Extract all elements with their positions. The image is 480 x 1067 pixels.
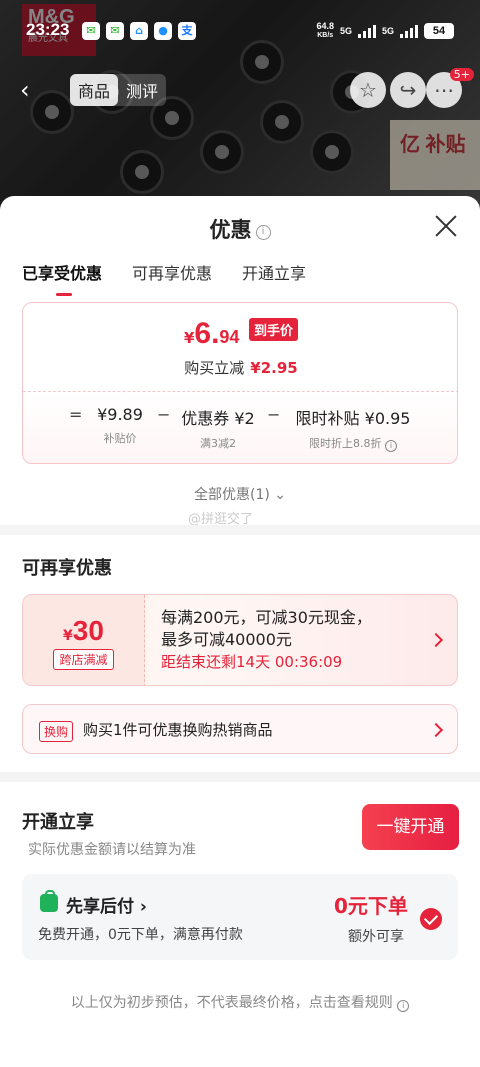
wechat-icon: ✉ [106, 22, 124, 40]
status-right: 64.8 KB/s 5G 5G 54 [316, 21, 454, 41]
coupon-deduction: 优惠券 ¥2 满3减2 [181, 409, 255, 450]
signal-icon [400, 24, 418, 38]
network-label: 5G [339, 26, 352, 36]
cross-store-coupon[interactable]: ¥30 跨店满减 每满200元，可减30元现金， 最多可减40000元 距结束还… [22, 594, 458, 686]
share-icon[interactable]: ↪ [390, 72, 426, 108]
chevron-right-icon [428, 722, 444, 738]
discount-sheet: 优惠 i 已享受优惠 可再享优惠 开通立享 ¥6.94 到手价 购买立减 ¥2.95… [0, 196, 480, 1067]
exchange-text: 购买1件可优惠换购热销商品 [83, 721, 273, 739]
info-icon[interactable]: i [385, 440, 397, 452]
tab-enjoyed[interactable]: 已享受优惠 [22, 260, 102, 296]
net-speed: 64.8 KB/s [316, 21, 334, 39]
countdown: 距结束还剩14天 00:36:09 [161, 653, 343, 671]
equals-sign: = [69, 405, 83, 424]
product-tabs: 商品 测评 [70, 74, 167, 106]
taobao-icon: ⌂ [130, 22, 148, 40]
back-icon[interactable]: ‹ [20, 76, 30, 104]
sheet-title: 优惠 i [0, 214, 480, 244]
zero-order: 0元下单 [334, 894, 408, 918]
section-title-open: 开通立享 [22, 812, 94, 833]
status-bar: 23:23 ✉ ✉ ⌂ ● 支 64.8 KB/s 5G 5G 54 [0, 18, 480, 46]
price-formula: = ¥9.89 补贴价 − 优惠券 ¥2 满3减2 − 限时补贴 ¥0.95 限… [23, 405, 457, 463]
discount-tabs: 已享受优惠 可再享优惠 开通立享 [22, 260, 306, 296]
disclaimer-link[interactable]: 以上仅为初步预估，不代表最终价格，点击查看规则 i [0, 992, 480, 1012]
section-separator [0, 772, 480, 782]
chevron-right-icon [428, 632, 444, 648]
close-icon[interactable] [434, 214, 458, 238]
qq-icon: ● [154, 22, 172, 40]
signal-icon [357, 24, 376, 38]
tab-product[interactable]: 商品 [70, 74, 119, 106]
open-now-button[interactable]: 一键开通 [362, 804, 459, 850]
info-icon: i [397, 1000, 410, 1012]
coupon-description: 每满200元，可减30元现金， 最多可减40000元 距结束还剩14天 00:3… [161, 607, 421, 673]
pay-later-desc: 免费开通，0元下单，满意再付款 [38, 927, 243, 943]
price-summary-card: ¥6.94 到手价 购买立减 ¥2.95 = ¥9.89 补贴价 − 优惠券 ¥2… [22, 302, 458, 464]
buy-reduce: 购买立减 ¥2.95 [184, 359, 298, 377]
all-discounts-toggle[interactable]: 全部优惠(1) ⌄ [0, 484, 480, 504]
final-price: ¥6.94 到手价 [23, 317, 457, 351]
shopping-bag-icon [40, 890, 58, 912]
exchange-offer[interactable]: 换购 购买1件可优惠换购热销商品 [22, 704, 458, 754]
message-badge: 5+ [449, 68, 474, 81]
coupon-label: 跨店满减 [53, 649, 114, 670]
final-price-tag: 到手价 [249, 318, 299, 341]
battery-icon: 54 [424, 23, 454, 39]
minus-sign: − [157, 405, 171, 424]
pay-later-title[interactable]: 先享后付 › [66, 892, 147, 917]
limited-subsidy: 限时补贴 ¥0.95 限时折上8.8折 i [295, 409, 411, 452]
alipay-icon: 支 [178, 22, 196, 40]
tab-more-available[interactable]: 可再享优惠 [132, 260, 212, 292]
divider [23, 391, 457, 392]
wechat-icon: ✉ [82, 22, 100, 40]
product-navbar: ‹ 商品 测评 ☆ ↪ ⋯ 5+ [0, 68, 480, 108]
coupon-amount-block: ¥30 跨店满减 [23, 595, 145, 685]
network-label: 5G [381, 26, 394, 36]
notification-icons: ✉ ✉ ⌂ ● 支 [82, 22, 196, 40]
favorite-star-icon[interactable]: ☆ [350, 72, 386, 108]
section-subtitle: 实际优惠金额请以结算为准 [28, 842, 196, 858]
tab-review[interactable]: 测评 [118, 74, 166, 106]
section-title-more: 可再享优惠 [22, 558, 112, 579]
extra-benefit: 额外可享 [348, 929, 404, 945]
chevron-down-icon: ⌄ [274, 487, 287, 503]
tab-open-to-enjoy[interactable]: 开通立享 [242, 260, 306, 292]
base-price: ¥9.89 补贴价 [97, 405, 143, 445]
minus-sign: − [267, 405, 281, 424]
check-icon[interactable] [420, 908, 442, 930]
section-separator [0, 525, 480, 535]
pay-later-card[interactable]: 先享后付 › 免费开通，0元下单，满意再付款 0元下单 额外可享 [22, 874, 458, 960]
exchange-tag: 换购 [39, 721, 74, 742]
status-time: 23:23 [26, 20, 70, 39]
info-icon[interactable]: i [255, 225, 271, 240]
